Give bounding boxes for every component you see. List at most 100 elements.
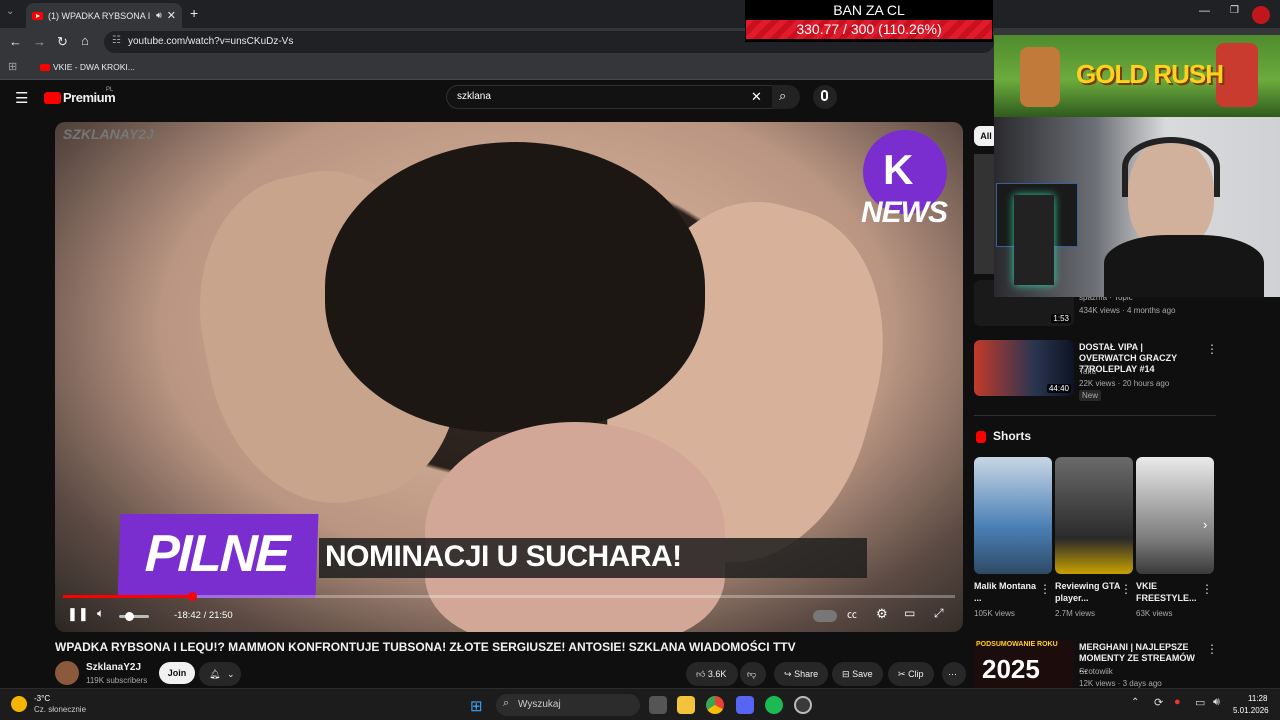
- short-views-1: 105K views: [974, 609, 1015, 618]
- search-icon: ⌕: [503, 697, 510, 709]
- dislike-button[interactable]: 👎︎: [740, 662, 766, 686]
- pause-icon[interactable]: ❚❚: [67, 606, 89, 622]
- video-thumbnail[interactable]: 44:40: [974, 340, 1074, 396]
- clock-time[interactable]: 11:28: [1248, 694, 1267, 703]
- tab-close-icon[interactable]: ✕: [167, 9, 176, 22]
- youtube-favicon-icon: [32, 11, 43, 20]
- start-icon[interactable]: ⊞: [470, 697, 483, 715]
- game-title: GOLD RUSH: [1076, 59, 1224, 89]
- share-icon: ↪: [784, 669, 792, 679]
- notifications-button[interactable]: 🔔︎ ⌄: [199, 662, 241, 686]
- save-button[interactable]: ⊟ Save: [832, 662, 883, 686]
- back-icon[interactable]: ←: [9, 34, 22, 49]
- short-title-1[interactable]: Malik Montana ...: [974, 580, 1044, 604]
- steam-icon[interactable]: [794, 696, 812, 714]
- volume-tray-icon[interactable]: 🔊︎: [1213, 696, 1220, 709]
- short-thumbnail-1[interactable]: [974, 457, 1052, 574]
- speaker-icon[interactable]: 🔊︎: [156, 10, 162, 21]
- bookmark-item[interactable]: VKIE - DWA KROKI...: [53, 62, 135, 72]
- video-progress-bar[interactable]: [63, 592, 955, 601]
- more-actions-button[interactable]: ⋯: [942, 662, 966, 686]
- microphone-icon: [821, 90, 828, 101]
- tray-chevron-icon[interactable]: ⌃: [1131, 697, 1139, 708]
- sidebar-video-3[interactable]: PODSUMOWANIE ROKU 2025 MERGHANI | NAJLEP…: [974, 640, 1218, 688]
- site-info-icon[interactable]: ☷: [112, 35, 121, 46]
- short-title-2[interactable]: Reviewing GTA player...: [1055, 580, 1125, 604]
- volume-slider[interactable]: [119, 615, 149, 618]
- minimize-icon[interactable]: —: [1199, 5, 1210, 17]
- search-button[interactable]: ⌕: [772, 85, 800, 109]
- weather-icon[interactable]: [11, 696, 27, 712]
- clip-label: Clip: [908, 669, 924, 679]
- task-view-icon[interactable]: [649, 696, 667, 714]
- chrome-icon[interactable]: [706, 696, 724, 714]
- clock-date[interactable]: 5.01.2026: [1233, 706, 1269, 715]
- short-title-3[interactable]: VKIE FREESTYLE...: [1136, 580, 1206, 604]
- youtube-logo-icon[interactable]: [44, 92, 61, 104]
- new-tab-icon[interactable]: +: [190, 5, 198, 21]
- clear-search-icon[interactable]: ✕: [751, 89, 762, 105]
- news-logo-text: NEWS: [861, 196, 948, 229]
- shorts-heading: Shorts: [993, 429, 1032, 443]
- share-button[interactable]: ↪ Share: [774, 662, 829, 686]
- channel-name[interactable]: SzklanaY2J: [86, 662, 141, 673]
- video-duration: 1:53: [1051, 314, 1071, 323]
- more-options-icon[interactable]: ⋮: [1206, 642, 1218, 656]
- join-button[interactable]: Join: [159, 662, 195, 684]
- shorts-icon: [976, 431, 986, 443]
- tab-list-chevron-icon[interactable]: ⌄: [6, 6, 14, 17]
- video-channel[interactable]: Taku: [1079, 366, 1096, 377]
- mic-tray-icon[interactable]: ●: [1174, 696, 1181, 708]
- weather-temp[interactable]: -3°C: [34, 694, 50, 703]
- weather-desc: Cz. słonecznie: [34, 705, 87, 714]
- more-options-icon[interactable]: ⋮: [1206, 342, 1218, 356]
- volume-icon[interactable]: 🔈︎: [97, 606, 104, 621]
- video-thumbnail[interactable]: PODSUMOWANIE ROKU 2025: [974, 640, 1074, 688]
- clip-button[interactable]: ✂ Clip: [888, 662, 934, 686]
- shorts-next-icon[interactable]: ›: [1203, 517, 1207, 532]
- home-icon[interactable]: ⌂: [81, 33, 89, 48]
- short-thumbnail-2[interactable]: [1055, 457, 1133, 574]
- channel-avatar[interactable]: [55, 661, 79, 685]
- video-meta: 434K views · 4 months ago: [1079, 306, 1176, 315]
- lower-third-tag: PILNE: [117, 514, 319, 598]
- profile-avatar[interactable]: [1252, 6, 1270, 24]
- display-icon[interactable]: ▭: [1195, 696, 1205, 709]
- video-title[interactable]: DOSTAŁ VIPA | OVERWATCH GRACZY 77ROLEPLA…: [1079, 342, 1199, 375]
- browser-tab-bar: ⌄ (1) WPADKA RYBSONA I LEQU!? 🔊︎ ✕ + — ❐: [0, 0, 1280, 28]
- apps-grid-icon[interactable]: ⊞: [8, 60, 17, 73]
- voice-search-button[interactable]: [813, 85, 837, 109]
- theater-mode-icon[interactable]: ▭: [904, 606, 915, 620]
- short-3-more-icon[interactable]: ⋮: [1201, 582, 1213, 596]
- network-icon[interactable]: ⟳: [1154, 696, 1163, 709]
- sidebar-video-2[interactable]: 44:40 DOSTAŁ VIPA | OVERWATCH GRACZY 77R…: [974, 340, 1218, 401]
- autoplay-toggle[interactable]: [813, 610, 837, 622]
- reload-icon[interactable]: ↻: [57, 34, 68, 50]
- video-meta: 22K views · 20 hours ago: [1079, 379, 1170, 388]
- short-views-2: 2.7M views: [1055, 609, 1096, 618]
- restore-icon[interactable]: ❐: [1230, 5, 1239, 16]
- video-player[interactable]: SZKLANAY2J K NEWS PILNE NOMINACJI U SUCH…: [55, 122, 963, 632]
- file-explorer-icon[interactable]: [677, 696, 695, 714]
- sidebar-thumb-partial[interactable]: [974, 154, 994, 274]
- menu-icon[interactable]: ☰: [15, 89, 28, 107]
- lower-third-text: NOMINACJI U SUCHARA!: [325, 540, 682, 573]
- search-input[interactable]: szklana ✕: [446, 85, 774, 109]
- browser-tab-active[interactable]: (1) WPADKA RYBSONA I LEQU!? 🔊︎ ✕: [26, 3, 182, 28]
- subtitles-icon[interactable]: ㏄: [847, 606, 857, 621]
- video-scrubber-handle[interactable]: [188, 592, 198, 601]
- discord-icon[interactable]: [736, 696, 754, 714]
- like-button[interactable]: 👍︎ 3.6K: [686, 662, 738, 686]
- volume-slider-handle[interactable]: [125, 612, 134, 621]
- taskbar-search[interactable]: ⌕ Wyszukaj: [496, 694, 640, 716]
- forward-icon[interactable]: →: [33, 34, 46, 49]
- bookmark-favicon-icon: [40, 64, 50, 71]
- short-2-more-icon[interactable]: ⋮: [1120, 582, 1132, 596]
- short-1-more-icon[interactable]: ⋮: [1039, 582, 1051, 596]
- video-channel[interactable]: Szotowiik: [1079, 666, 1113, 677]
- settings-gear-icon[interactable]: ⚙: [876, 606, 888, 622]
- short-thumbnail-3[interactable]: [1136, 457, 1214, 574]
- spotify-icon[interactable]: [765, 696, 783, 714]
- search-query: szklana: [457, 91, 491, 102]
- fullscreen-icon[interactable]: ⤢: [934, 606, 944, 621]
